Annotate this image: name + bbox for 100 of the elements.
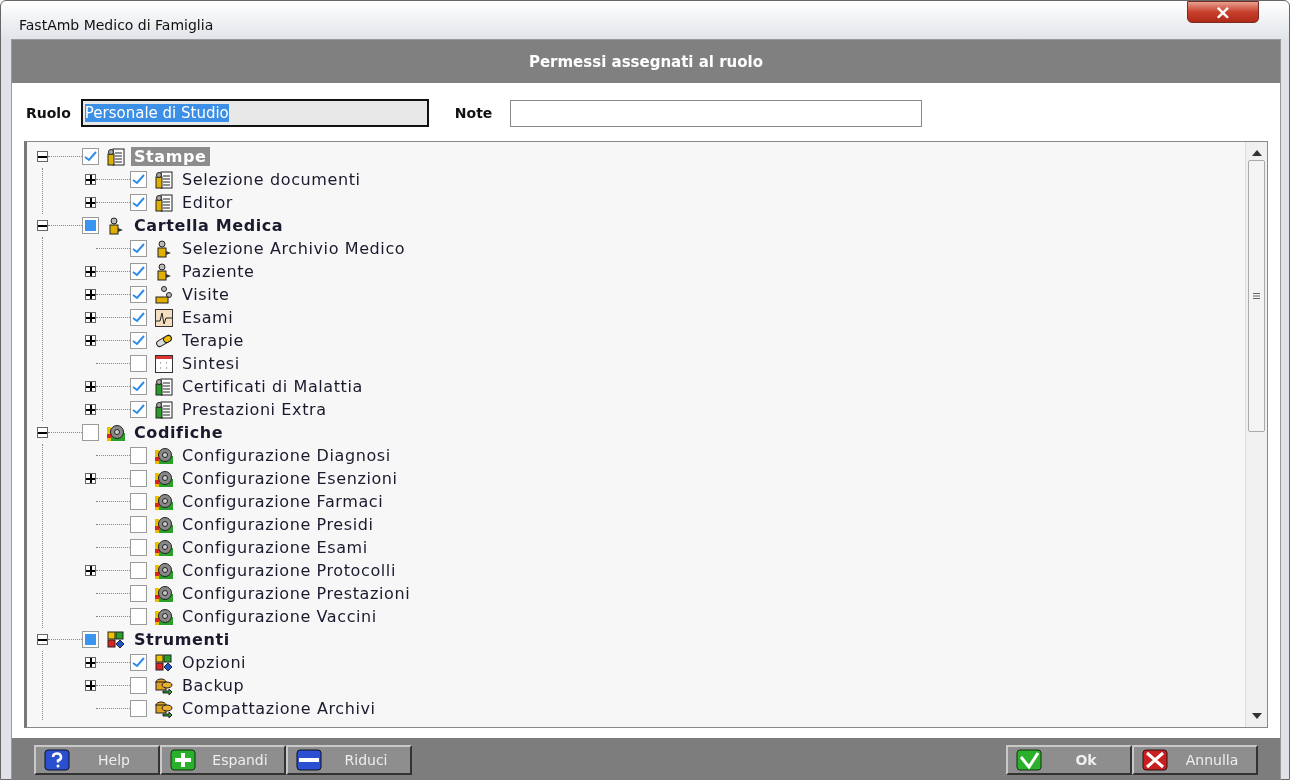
tree-toggle[interactable] [85, 657, 96, 668]
tree-toggle[interactable] [85, 312, 96, 323]
tree-toggle[interactable] [37, 427, 48, 438]
checkbox[interactable] [130, 286, 147, 303]
checkbox[interactable] [82, 148, 99, 165]
tree-item[interactable]: Opzioni [179, 653, 250, 672]
checkbox[interactable] [130, 309, 147, 326]
checkmark-icon [132, 335, 145, 346]
checkbox[interactable] [130, 585, 147, 602]
plus-icon [86, 405, 95, 414]
tree-item[interactable]: Configurazione Presidi [179, 515, 377, 534]
checkbox[interactable] [130, 677, 147, 694]
tree-item[interactable]: Configurazione Vaccini [179, 607, 380, 626]
gears-icon [155, 446, 173, 465]
tree-item[interactable]: Configurazione Farmaci [179, 492, 387, 511]
calendar-icon [155, 354, 173, 373]
scroll-up-icon[interactable] [1251, 150, 1262, 156]
gears-icon [155, 492, 173, 511]
tree-item[interactable]: Configurazione Esami [179, 538, 371, 557]
certificate-icon [155, 377, 173, 396]
plus-icon [86, 175, 95, 184]
tree-toggle[interactable] [37, 151, 48, 162]
tree-toggle[interactable] [37, 634, 48, 645]
gears-icon [155, 469, 173, 488]
tree-item[interactable]: Visite [179, 285, 233, 304]
tree-item[interactable]: Codifiche [131, 423, 227, 442]
checkbox[interactable] [130, 240, 147, 257]
tree-item[interactable]: Esami [179, 308, 237, 327]
checkbox[interactable] [130, 516, 147, 533]
tree-item[interactable]: Configurazione Diagnosi [179, 446, 394, 465]
checkbox[interactable] [82, 424, 99, 441]
tree-item[interactable]: Certificati di Malattia [179, 377, 366, 396]
tree-item[interactable]: Cartella Medica [131, 216, 287, 235]
gears-icon [107, 423, 125, 442]
checkbox[interactable] [130, 171, 147, 188]
people-icon [155, 285, 173, 304]
checkbox[interactable] [130, 470, 147, 487]
note-field[interactable] [510, 99, 923, 127]
checkmark-icon [132, 243, 145, 254]
plus-icon [86, 336, 95, 345]
checkbox[interactable] [130, 493, 147, 510]
tree-item[interactable]: Editor [179, 193, 236, 212]
checkbox[interactable] [130, 355, 147, 372]
tree-toggle[interactable] [37, 220, 48, 231]
scrollbar[interactable] [1245, 142, 1267, 727]
checkbox[interactable] [130, 378, 147, 395]
gears-icon [155, 607, 173, 626]
tree-item[interactable]: Configurazione Prestazioni [179, 584, 414, 603]
dialog-header: Permessi assegnati al ruolo [12, 40, 1280, 83]
tree-item[interactable]: Sintesi [179, 354, 243, 373]
plus-icon [86, 474, 95, 483]
check-icon [1016, 749, 1042, 771]
tree-item[interactable]: Selezione documenti [179, 170, 364, 189]
tree-toggle[interactable] [85, 404, 96, 415]
tree-item[interactable]: Terapie [179, 331, 247, 350]
tree-toggle[interactable] [85, 381, 96, 392]
checkmark-icon [132, 174, 145, 185]
tree-item[interactable]: Configurazione Esenzioni [179, 469, 401, 488]
scroll-thumb[interactable] [1248, 160, 1265, 432]
checkbox[interactable] [130, 447, 147, 464]
plus-icon [86, 382, 95, 391]
checkmark-icon [132, 381, 145, 392]
checkbox[interactable] [130, 654, 147, 671]
checkbox[interactable] [130, 332, 147, 349]
tree-toggle[interactable] [85, 174, 96, 185]
checkbox[interactable] [130, 401, 147, 418]
tree-item[interactable]: Paziente [179, 262, 258, 281]
minus-icon [296, 749, 322, 771]
checkmark-icon [132, 197, 145, 208]
checkbox[interactable] [130, 700, 147, 717]
gears-icon [155, 584, 173, 603]
person-icon [155, 239, 173, 258]
help-icon [44, 749, 70, 771]
checkbox[interactable] [82, 217, 99, 234]
tree-toggle[interactable] [85, 266, 96, 277]
checkbox[interactable] [130, 263, 147, 280]
plus-icon [86, 290, 95, 299]
checkbox[interactable] [82, 631, 99, 648]
close-button[interactable]: × [1187, 1, 1259, 23]
checkbox[interactable] [130, 539, 147, 556]
tree-item[interactable]: Selezione Archivio Medico [179, 239, 409, 258]
tree-item[interactable]: Strumenti [131, 630, 233, 649]
checkbox[interactable] [130, 562, 147, 579]
tree-toggle[interactable] [85, 197, 96, 208]
blocks-icon [107, 630, 125, 649]
tree-item[interactable]: Configurazione Protocolli [179, 561, 399, 580]
tree-toggle[interactable] [85, 565, 96, 576]
tree-item[interactable]: Compattazione Archivi [179, 699, 379, 718]
gears-icon [155, 561, 173, 580]
plus-icon [86, 658, 95, 667]
tree-toggle[interactable] [85, 335, 96, 346]
checkbox[interactable] [130, 608, 147, 625]
tree-toggle[interactable] [85, 680, 96, 691]
plus-icon [86, 267, 95, 276]
tree-toggle[interactable] [85, 289, 96, 300]
tree-item[interactable]: Prestazioni Extra [179, 400, 330, 419]
scroll-down-icon[interactable] [1251, 713, 1262, 719]
checkbox[interactable] [130, 194, 147, 211]
tree-toggle[interactable] [85, 473, 96, 484]
tree-item[interactable]: Backup [179, 676, 248, 695]
